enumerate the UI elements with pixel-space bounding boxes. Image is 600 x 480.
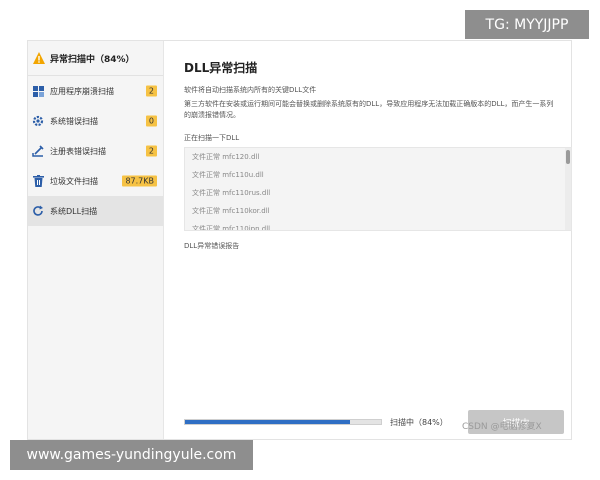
sidebar-item-label: 系统错误扫描 (50, 116, 98, 126)
count-badge: 0 (145, 115, 157, 127)
sidebar-item-app-crash[interactable]: 应用程序崩溃扫描 2 (28, 76, 163, 106)
trash-icon (32, 175, 44, 187)
count-badge: 2 (145, 85, 157, 97)
scrollbar-thumb[interactable] (566, 150, 570, 164)
sidebar-item-system-error[interactable]: 系统错误扫描 0 (28, 106, 163, 136)
dll-scan-list[interactable]: 文件正常 mfc120.dll 文件正常 mfc110u.dll 文件正常 mf… (184, 147, 572, 231)
sidebar: 异常扫描中（84%） 应用程序崩溃扫描 2 系统错误扫描 0 注册表错误扫描 2 (28, 41, 164, 439)
sidebar-item-label: 系统DLL扫描 (50, 206, 98, 216)
main-panel: DLL异常扫描 软件将自动扫描系统内所有的关键DLL文件 第三方软件在安装或运行… (164, 41, 572, 439)
registry-icon (32, 145, 44, 157)
sidebar-item-label: 应用程序崩溃扫描 (50, 86, 114, 96)
scan-status-header: 异常扫描中（84%） (28, 41, 163, 76)
watermark-top: TG: MYYJJPP (465, 10, 589, 39)
list-item: 文件正常 mfc120.dll (192, 153, 260, 161)
list-item: 文件正常 mfc110rus.dll (192, 189, 271, 197)
watermark-bottom: www.games-yundingyule.com (10, 440, 253, 470)
sidebar-item-registry[interactable]: 注册表错误扫描 2 (28, 136, 163, 166)
grid-icon (32, 85, 44, 97)
app-window: 异常扫描中（84%） 应用程序崩溃扫描 2 系统错误扫描 0 注册表错误扫描 2 (27, 40, 572, 440)
description-secondary: 第三方软件在安装或运行期间可能会替换或删除系统原有的DLL，导致应用程序无法加载… (184, 100, 554, 119)
warning-icon (32, 51, 46, 65)
size-badge: 87.7KB (122, 175, 157, 187)
scrollbar[interactable] (565, 148, 571, 230)
progress-text: 扫描中（84%） (390, 418, 448, 427)
description-primary: 软件将自动扫描系统内所有的关键DLL文件 (184, 86, 317, 94)
gear-icon (32, 115, 44, 127)
progress-fill (185, 420, 350, 424)
scanning-label: 正在扫描一下DLL (184, 134, 240, 142)
list-item: 文件正常 mfc110kor.dll (192, 207, 270, 215)
list-item: 文件正常 mfc110u.dll (192, 171, 264, 179)
watermark-csdn: CSDN @电脑修复X (462, 422, 542, 432)
progress-bar (184, 419, 382, 425)
scan-status-label: 异常扫描中（84%） (50, 54, 135, 65)
sidebar-item-junk-files[interactable]: 垃圾文件扫描 87.7KB (28, 166, 163, 196)
refresh-icon (32, 205, 44, 217)
sidebar-item-label: 注册表错误扫描 (50, 146, 106, 156)
sidebar-item-label: 垃圾文件扫描 (50, 176, 98, 186)
sidebar-item-dll[interactable]: 系统DLL扫描 (28, 196, 163, 226)
count-badge: 2 (145, 145, 157, 157)
page-title: DLL异常扫描 (184, 61, 258, 75)
list-item: 文件正常 mfc110jpn.dll (192, 225, 271, 231)
error-report-label: DLL异常错误报告 (184, 242, 240, 250)
